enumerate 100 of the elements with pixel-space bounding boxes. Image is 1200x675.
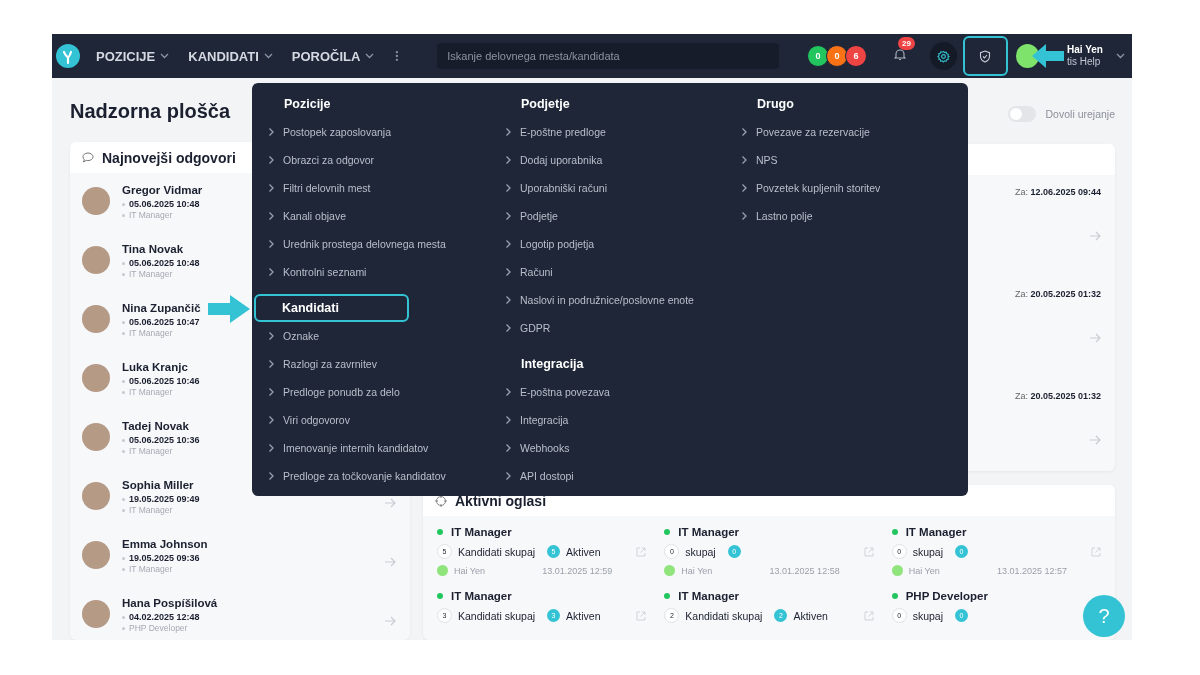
position-label: IT Manager [129,564,173,576]
nav-menu[interactable]: KANDIDATI [188,48,272,64]
owner-name: Hai Yen [681,565,713,576]
ad-date: 13.01.2025 12:58 [769,565,840,576]
menu-heading: Kandidati [254,294,409,322]
menu-item[interactable]: Računi [505,258,741,286]
menu-item[interactable]: Postopek zaposlovanja [268,118,505,146]
logo-icon[interactable] [56,44,80,68]
chevron-icon [268,387,275,397]
menu-item[interactable]: Uporabniški računi [505,174,741,202]
arrow-right-icon[interactable] [384,498,396,509]
position-label: IT Manager [129,446,173,458]
comment-icon [82,152,94,164]
avatar-placeholder [82,364,110,393]
user-name: Hai Yen [1067,44,1103,56]
due-date: Za: 20.05.2025 01:32 [1014,391,1101,401]
owner-name: Hai Yen [908,565,940,576]
candidate-name[interactable]: Emma Johnson [122,539,384,551]
settings-icon [936,49,950,63]
chevron-icon [268,331,275,341]
menu-item[interactable]: Obrazci za odgovor [268,146,505,174]
menu-item[interactable]: Podjetje [505,202,741,230]
chevron-icon [505,415,512,425]
menu-item[interactable]: Kontrolni seznami [268,258,505,286]
menu-item[interactable]: Kanali objave [268,202,505,230]
external-link-icon[interactable] [1091,546,1101,557]
notification-badge: 29 [898,37,915,50]
menu-heading: Integracija [520,356,585,373]
external-link-icon[interactable] [636,546,647,557]
menu-item[interactable]: Lastno polje [741,202,977,230]
ad-title[interactable]: PHP Developer [905,590,988,602]
menu-item[interactable]: Naslovi in podružnice/poslovne enote [505,286,741,314]
chevron-icon [268,127,275,137]
menu-item[interactable]: Imenovanje internih kandidatov [268,434,505,462]
owner-avatar [891,565,903,576]
arrow-right-icon[interactable] [1089,333,1101,343]
due-date: Za: 20.05.2025 01:32 [1014,289,1101,299]
chevron-icon [741,183,748,193]
menu-heading: Drugo [756,96,795,113]
menu-item[interactable]: Logotip podjetja [505,230,741,258]
menu-item[interactable]: Viri odgovorov [268,406,505,434]
edit-toggle[interactable] [1007,106,1036,122]
settings-button[interactable] [930,42,957,70]
ad-title[interactable]: IT Manager [905,526,967,538]
ad-title[interactable]: IT Manager [451,590,512,602]
shield-button[interactable] [962,36,1009,76]
pointer-arrow-icon [1032,44,1064,68]
chevron-icon [505,267,512,277]
chevron-icon [505,471,512,481]
ad-title[interactable]: IT Manager [678,526,740,538]
status-count[interactable]: 6 [845,45,868,67]
menu-item[interactable]: E-poštne predloge [505,118,741,146]
response-date: 19.05.2025 09:36 [129,553,200,565]
avatar-placeholder [82,541,110,570]
menu-item[interactable]: Oznake [268,322,505,350]
menu-item[interactable]: Razlogi za zavrnitev [268,350,505,378]
external-link-icon[interactable] [863,610,874,621]
nav-menu[interactable]: POROČILA [291,48,374,64]
menu-item[interactable]: Integracija [505,406,741,434]
menu-item[interactable]: API dostopi [505,462,741,490]
arrow-right-icon[interactable] [384,557,396,568]
candidates-label: Kandidati skupaj [458,545,536,558]
active-label: Aktiven [566,545,601,558]
card-title: Aktivni oglasi [455,492,547,509]
arrow-right-icon[interactable] [384,616,396,627]
more-icon[interactable] [395,50,400,62]
bell-icon[interactable] [894,48,907,61]
menu-item[interactable]: Predloge za točkovanje kandidatov [268,462,505,490]
external-link-icon[interactable] [863,546,874,557]
ad-title[interactable]: IT Manager [451,526,512,538]
chevron-icon [505,211,512,221]
ad-title[interactable]: IT Manager [678,590,740,602]
position-label: IT Manager [129,269,173,281]
menu-item[interactable]: E-poštna povezava [505,378,741,406]
menu-item[interactable]: GDPR [505,314,741,342]
position-label: IT Manager [129,387,173,399]
menu-item[interactable]: Urednik prostega delovnega mesta [268,230,505,258]
menu-item[interactable]: Povezave za rezervacije [741,118,977,146]
chevron-icon [268,471,275,481]
candidate-name[interactable]: Hana Pospíšilová [122,598,384,610]
menu-item[interactable]: Webhooks [505,434,741,462]
response-date: 05.06.2025 10:48 [129,258,200,270]
nav-menu[interactable]: POZICIJE [96,48,169,64]
menu-item[interactable]: Dodaj uporabnika [505,146,741,174]
external-link-icon[interactable] [636,610,647,621]
chevron-icon [505,443,512,453]
menu-item[interactable]: Filtri delovnih mest [268,174,505,202]
pointer-arrow-icon [208,295,250,323]
menu-item[interactable]: NPS [741,146,977,174]
candidates-label: skupaj [685,545,716,558]
menu-item[interactable]: Povzetek kupljenih storitev [741,174,977,202]
arrow-right-icon[interactable] [1089,231,1101,241]
position-label: IT Manager [129,505,173,517]
arrow-right-icon[interactable] [1089,435,1101,445]
position-label: IT Manager [129,328,173,340]
response-date: 05.06.2025 10:48 [129,199,200,211]
user-avatar[interactable] [1016,44,1040,68]
menu-item[interactable]: Predloge ponudb za delo [268,378,505,406]
shield-icon [979,49,992,63]
search-field[interactable]: Iskanje delovnega mesta/kandidata [437,43,780,69]
